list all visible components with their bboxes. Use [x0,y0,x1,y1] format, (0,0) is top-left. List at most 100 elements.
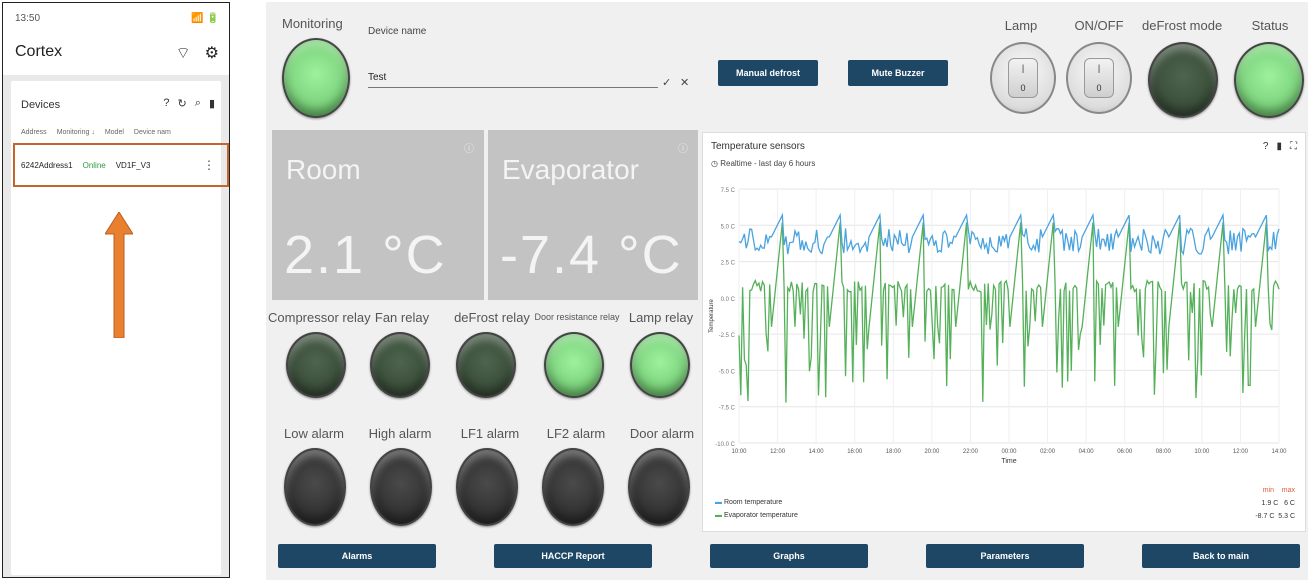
device-name-input[interactable]: Test [368,70,658,88]
app-title: Cortex [15,43,63,60]
lf1-alarm-indicator [456,448,518,526]
info-icon[interactable]: ⓘ [678,140,688,155]
mute-buzzer-button[interactable]: Mute Buzzer [848,60,948,86]
x-tick-label: 12:00 [770,449,786,455]
clock: 13:50 [15,13,41,24]
x-tick-label: 20:00 [924,449,940,455]
high-alarm-indicator [370,448,432,526]
y-tick-label: 0.0 C [721,297,736,303]
more-icon[interactable]: ⋮ [203,158,215,172]
table-header: Address Monitoring ↓ Model Device nam [21,129,171,136]
compressor-relay-indicator [286,332,346,398]
lamp-label: Lamp [1004,18,1038,33]
defrost-relay-indicator [456,332,516,398]
fullscreen-icon[interactable]: ⛶ [1290,141,1297,152]
y-tick-label: -5.0 C [719,369,736,375]
lamp-switch[interactable]: | 0 [990,42,1056,114]
status-bar: 13:50 📶 🔋 [15,13,219,27]
x-tick-label: 08:00 [1156,449,1172,455]
onoff-label: ON/OFF [1074,18,1124,33]
tile-value: 2.1 °C [284,225,447,285]
card-title: Devices [21,99,61,111]
device-address: 6242Address1 [21,160,73,170]
evaporator-min: -8.7 C [1255,513,1275,520]
column-header[interactable]: Address [21,129,47,136]
y-tick-label: -2.5 C [719,333,736,339]
search-icon[interactable]: ⌕ [195,97,201,110]
manual-defrost-button[interactable]: Manual defrost [718,60,818,86]
temperature-chart-panel: Temperature sensors ◷ Realtime - last da… [702,132,1306,532]
info-icon[interactable]: ⓘ [464,140,474,155]
x-tick-label: 02:00 [1040,449,1056,455]
parameters-button[interactable]: Parameters [926,544,1084,568]
help-icon[interactable]: ? [1263,141,1269,152]
gear-icon[interactable]: ⚙ [205,43,219,63]
max-header: max [1281,487,1295,494]
legend-item[interactable]: Room temperature [724,499,782,506]
defrost-mode-label: deFrost mode [1142,18,1223,33]
x-tick-label: 00:00 [1001,449,1017,455]
help-icon[interactable]: ? [163,97,169,110]
door-resistance-relay-indicator [544,332,604,398]
x-axis-label: Time [1001,458,1016,465]
switch-state: 0 [1096,83,1102,93]
min-header: min [1262,487,1274,494]
y-tick-label: 7.5 C [721,188,736,194]
x-tick-label: 10:00 [731,449,747,455]
haccp-report-button[interactable]: HACCP Report [494,544,652,568]
chart-title: Temperature sensors [711,141,805,152]
back-to-main-button[interactable]: Back to main [1142,544,1300,568]
monitoring-status: Online [82,160,106,170]
relay-label: deFrost relay [454,310,530,325]
alarm-label: High alarm [368,426,432,441]
monitoring-indicator [282,38,350,118]
column-header[interactable]: Monitoring ↓ [57,129,95,136]
y-tick-label: -10.0 C [715,442,735,448]
defrost-mode-indicator [1148,42,1218,118]
status-label: Status [1251,18,1289,33]
room-temperature-tile: ⓘ Room 2.1 °C [272,130,484,300]
export-icon[interactable]: ▮ [1276,141,1282,152]
tile-value: -7.4 °C [500,225,683,285]
column-header[interactable]: Device nam [134,129,171,136]
x-tick-label: 06:00 [1117,449,1133,455]
x-tick-label: 10:00 [1194,449,1210,455]
alarms-button[interactable]: Alarms [278,544,436,568]
x-tick-label: 14:00 [1271,449,1287,455]
device-name-label: Device name [368,26,427,37]
close-icon[interactable]: ✕ [680,76,689,89]
clock-icon: ◷ [711,159,718,168]
x-tick-label: 04:00 [1079,449,1095,455]
onoff-switch[interactable]: | 0 [1066,42,1132,114]
check-icon[interactable]: ✓ [662,76,671,89]
alarm-label: LF1 alarm [460,426,520,441]
evaporator-max: 5.3 C [1278,513,1295,520]
relay-label: Compressor relay [268,310,371,325]
legend-swatch-evaporator: ▬ [715,512,722,519]
relay-label: Door resistance relay [534,312,620,322]
legend-swatch-room: ▬ [715,499,722,506]
tile-title: Room [286,154,361,185]
column-header[interactable]: Model [105,129,124,136]
door-alarm-indicator [628,448,690,526]
x-tick-label: 16:00 [847,449,863,455]
signal-icon: 📶 🔋 [191,13,219,24]
x-tick-label: 14:00 [809,449,825,455]
switch-state: 0 [1020,83,1026,93]
dashboard: Monitoring Device name Test ✓ ✕ Manual d… [266,2,1308,580]
graphs-button[interactable]: Graphs [710,544,868,568]
table-row[interactable]: 6242Address1 Online VD1F_V3 ⋮ [13,143,229,187]
legend-item[interactable]: Evaporator temperature [724,512,798,519]
arrow-up-icon [105,212,133,338]
export-icon[interactable]: ▮ [209,97,215,110]
refresh-icon[interactable]: ↻ [178,97,187,110]
relay-label: Lamp relay [628,310,694,325]
alarm-label: Door alarm [629,426,695,441]
lamp-relay-indicator [630,332,690,398]
y-tick-label: 2.5 C [721,261,736,267]
fan-relay-indicator [370,332,430,398]
room-max: 6 C [1284,500,1295,507]
y-axis-label: Temperature [709,298,715,332]
y-tick-label: 5.0 C [721,224,736,230]
wifi-icon[interactable]: ⌔ [176,43,191,63]
